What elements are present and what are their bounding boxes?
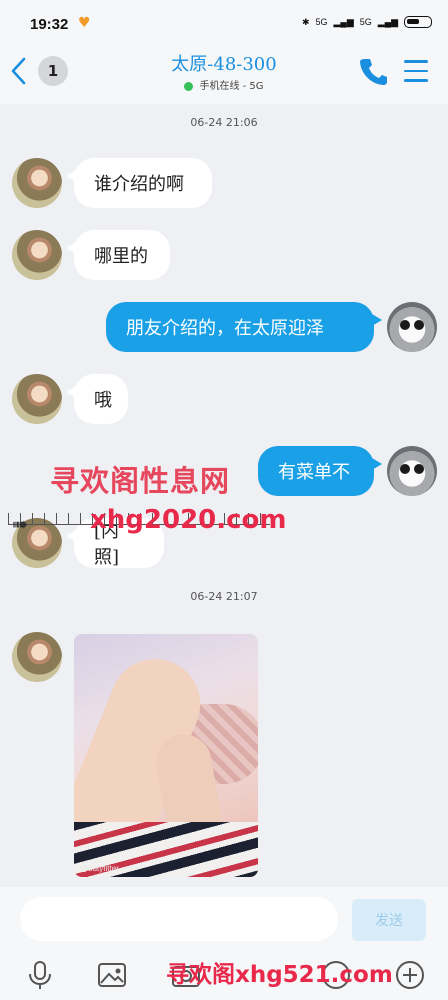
- avatar[interactable]: [12, 158, 62, 208]
- watermark-overlay-2: xhg2020.com: [90, 505, 287, 535]
- heart-icon: ♥: [78, 15, 91, 31]
- image-icon[interactable]: [96, 959, 128, 991]
- signal-icon: ▂▄▆: [333, 16, 354, 27]
- online-dot: [184, 81, 194, 91]
- avatar[interactable]: [12, 374, 62, 424]
- timestamp-2: 06-24 21:07: [190, 590, 258, 603]
- message-bubble: 哪里的: [66, 230, 170, 280]
- status-bar: 19:32 ♥ ✱ 5G ▂▄▆ 5G ▂▄▆: [0, 0, 448, 42]
- status-icons: ✱ 5G ▂▄▆ 5G ▂▄▆: [302, 16, 432, 28]
- message-bubble: 谁介绍的啊: [66, 158, 212, 208]
- watermark-overlay-3: 寻欢阁xhg521.com: [166, 962, 393, 988]
- network-label-1: 5G: [315, 17, 328, 27]
- message-bubble: 有菜单不: [258, 446, 382, 496]
- phone-icon[interactable]: [358, 56, 388, 86]
- message-bubble: 朋友介绍的，在太原迎泽: [106, 302, 382, 352]
- avatar[interactable]: [12, 230, 62, 280]
- timestamp-1: 06-24 21:06: [190, 116, 258, 129]
- message-bubble: 哦: [66, 374, 128, 424]
- signal-icon-2: ▂▄▆: [377, 16, 398, 27]
- avatar[interactable]: [12, 632, 62, 682]
- notification-icon: ✱: [301, 16, 310, 27]
- online-status-text: 手机在线 - 5G: [199, 81, 264, 92]
- network-label-2: 5G: [359, 17, 372, 27]
- plus-icon[interactable]: [394, 959, 426, 991]
- microphone-icon[interactable]: [24, 959, 56, 991]
- chat-header: 1 太原-48-300 手机在线 - 5G: [0, 42, 448, 104]
- battery-icon: [404, 16, 432, 28]
- photo-watermark: @outyfitter: [80, 864, 119, 873]
- status-time: 19:32: [30, 16, 69, 33]
- send-button[interactable]: 发送: [352, 899, 426, 941]
- message-input[interactable]: [20, 897, 338, 941]
- avatar[interactable]: [387, 446, 437, 496]
- avatar[interactable]: [387, 302, 437, 352]
- image-message[interactable]: @outyfitter: [74, 634, 258, 877]
- menu-icon[interactable]: [404, 60, 428, 82]
- arrow-icon: ➠: [12, 512, 29, 536]
- watermark-overlay-1: 寻欢阁性息网: [50, 464, 231, 498]
